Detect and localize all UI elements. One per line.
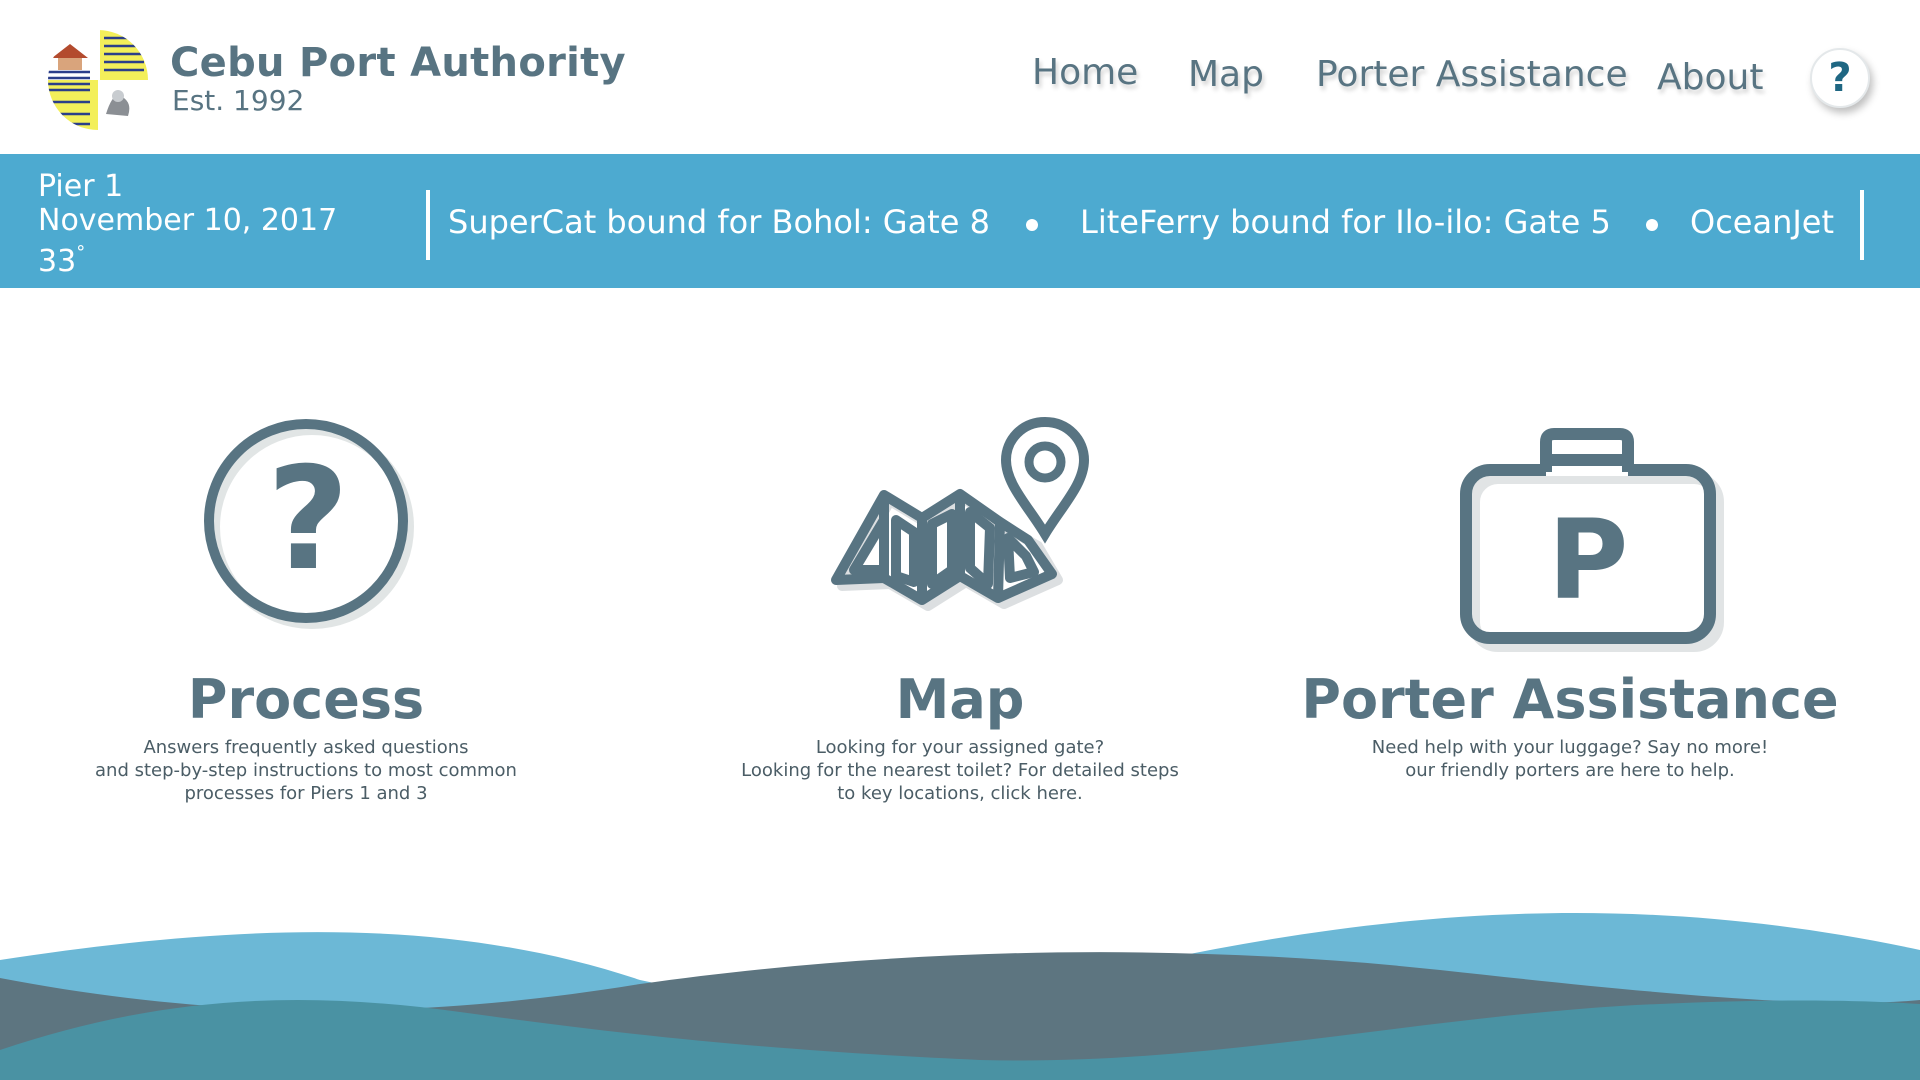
question-circle-icon: ?	[204, 419, 414, 629]
description-line: Answers frequently asked questions	[143, 737, 469, 758]
date-label: November 10, 2017	[38, 203, 338, 238]
process-description: Answers frequently asked questions and s…	[0, 736, 626, 805]
porter-assistance-title: Porter Assistance	[1301, 668, 1839, 731]
map-pin-icon	[831, 416, 1090, 611]
help-button[interactable]: ?	[1810, 48, 1870, 108]
description-line: Need help with your luggage? Say no more…	[1371, 737, 1769, 758]
brand-name: Cebu Port Authority	[170, 40, 626, 86]
ticker-item: SuperCat bound for Bohol: Gate 8	[448, 203, 990, 241]
process-card[interactable]: ? Process Answers frequently asked quest…	[0, 400, 626, 804]
porter-luggage-icon: P	[1460, 428, 1724, 652]
map-description: Looking for your assigned gate? Looking …	[640, 736, 1280, 805]
header: Cebu Port Authority Est. 1992 Home Map P…	[0, 0, 1920, 154]
temperature-value: 33	[38, 244, 77, 279]
ticker-divider-left	[426, 190, 430, 260]
description-line: Looking for your assigned gate?	[815, 737, 1105, 758]
map-title: Map	[895, 668, 1025, 731]
info-bar: Pier 1 November 10, 2017 33° SuperCat bo…	[0, 154, 1920, 288]
porter-assistance-card[interactable]: P Porter Assistance Need help with your …	[1250, 400, 1890, 781]
temperature-readout: 33°	[38, 238, 337, 279]
ticker-item: LiteFerry bound for Ilo-ilo: Gate 5	[1080, 203, 1611, 241]
departure-ticker: SuperCat bound for Bohol: Gate 8 LiteFer…	[448, 203, 1848, 247]
description-line: our friendly porters are here to help.	[1405, 760, 1735, 781]
description-line: to key locations, click here.	[837, 783, 1083, 804]
location-info: Pier 1 November 10, 2017 33°	[38, 170, 337, 279]
decorative-waves	[0, 912, 1920, 1080]
brand-established: Est. 1992	[172, 84, 305, 117]
page: Cebu Port Authority Est. 1992 Home Map P…	[0, 0, 1920, 1080]
pier-label: Pier 1	[38, 169, 124, 204]
process-title: Process	[187, 668, 425, 731]
degree-symbol: °	[76, 242, 86, 263]
description-line: processes for Piers 1 and 3	[184, 783, 428, 804]
question-mark-icon: ?	[1828, 55, 1852, 101]
description-line: and step-by-step instructions to most co…	[95, 760, 517, 781]
porter-assistance-description: Need help with your luggage? Say no more…	[1250, 736, 1890, 782]
description-line: Looking for the nearest toilet? For deta…	[741, 760, 1179, 781]
nav-home[interactable]: Home	[1032, 52, 1138, 93]
nav-about[interactable]: About	[1657, 57, 1763, 98]
ticker-separator-dot	[1026, 219, 1038, 231]
map-card[interactable]: Map Looking for your assigned gate? Look…	[640, 400, 1280, 804]
ticker-separator-dot	[1646, 219, 1658, 231]
ticker-divider-right	[1860, 190, 1864, 260]
porter-icon-letter: P	[1548, 496, 1629, 624]
nav-porter-assistance[interactable]: Porter Assistance	[1316, 54, 1628, 95]
nav-map[interactable]: Map	[1188, 54, 1264, 95]
cebu-port-logo	[48, 30, 148, 130]
ticker-item: OceanJet	[1690, 203, 1835, 241]
svg-text:?: ?	[267, 437, 349, 602]
